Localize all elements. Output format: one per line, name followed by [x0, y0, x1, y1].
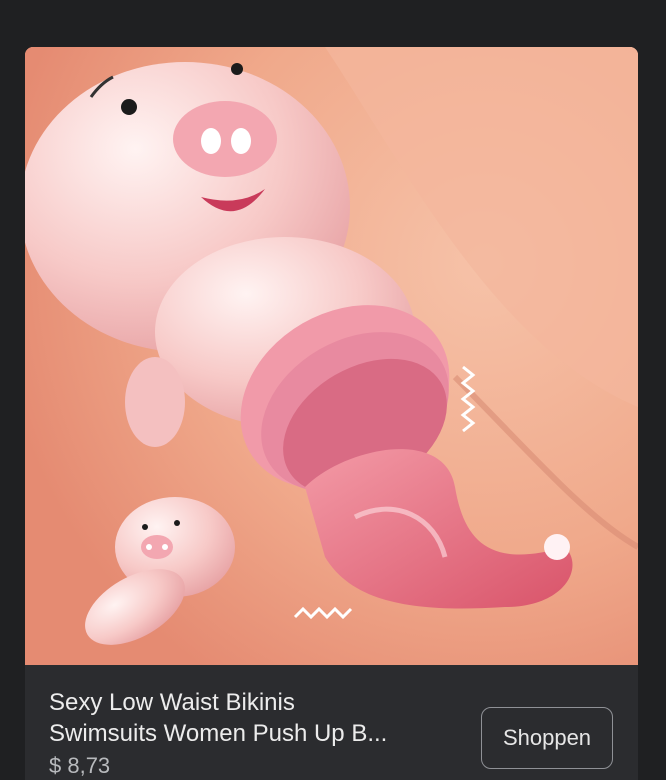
product-image[interactable]	[25, 47, 638, 665]
product-title-line-1[interactable]: Sexy Low Waist Bikinis	[49, 687, 469, 718]
product-illustration	[25, 47, 638, 665]
ad-info: Sexy Low Waist Bikinis Swimsuits Women P…	[25, 665, 638, 780]
product-title-line-2[interactable]: Swimsuits Women Push Up B...	[49, 718, 469, 749]
product-card[interactable]: Sexy Low Waist Bikinis Swimsuits Women P…	[25, 47, 638, 780]
product-price: $ 8,73	[49, 753, 111, 778]
product-title[interactable]: Sexy Low Waist Bikinis Swimsuits Women P…	[49, 687, 469, 749]
shop-button[interactable]: Shoppen	[481, 707, 613, 769]
